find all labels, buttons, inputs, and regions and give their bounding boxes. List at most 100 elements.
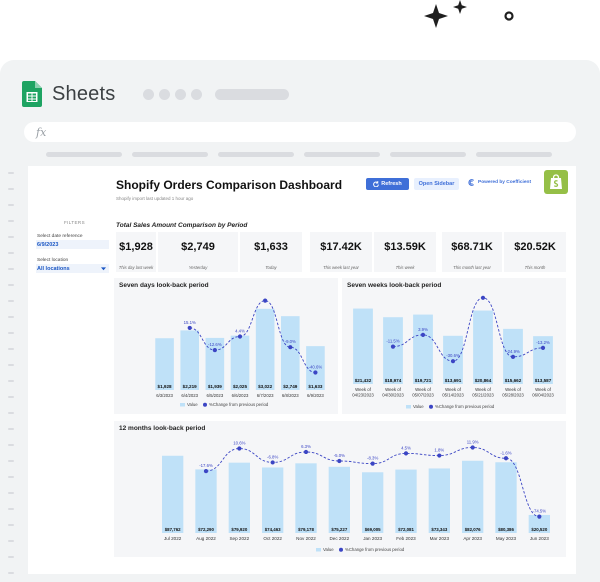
- pct-change-label: 11.9%: [467, 439, 479, 444]
- date-filter-input[interactable]: 6/9/2023: [36, 240, 109, 249]
- menu-dot[interactable]: [175, 88, 187, 100]
- toolbar-placeholder: [304, 152, 380, 157]
- menu-dot[interactable]: [159, 88, 171, 100]
- chevron-down-icon: [101, 266, 106, 270]
- pct-change-point: [480, 295, 486, 300]
- kpi-label: Today: [265, 265, 277, 270]
- x-tick-label: 6/7/2023: [257, 393, 274, 398]
- toolbar-placeholder: [132, 152, 208, 157]
- bar: [328, 466, 350, 533]
- bar: [228, 462, 250, 533]
- filters-heading: FILTERS: [64, 220, 85, 225]
- bar-value-label: $69,005: [365, 527, 381, 532]
- row-number-placeholder: [8, 284, 14, 286]
- x-tick-label: 6/6/2023: [232, 393, 249, 398]
- legend-value-swatch: [180, 403, 185, 407]
- pct-change-label: 1.8%: [434, 448, 444, 453]
- kpi-value: $13.59K: [384, 241, 426, 253]
- row-number-placeholder: [8, 300, 14, 302]
- toolbar-placeholder: [390, 152, 466, 157]
- row-number-placeholder: [8, 252, 14, 254]
- kpi-label: This week last year: [323, 265, 359, 270]
- refresh-button[interactable]: Refresh: [366, 178, 409, 190]
- formula-bar[interactable]: fx: [24, 122, 576, 142]
- menu-placeholder: [143, 88, 290, 100]
- x-tick-label: 6/9/2023: [307, 393, 324, 398]
- pct-change-point: [313, 370, 318, 375]
- row-number-placeholder: [8, 508, 14, 510]
- menu-dot[interactable]: [191, 88, 203, 100]
- pct-change-point: [450, 359, 456, 364]
- row-number-placeholder: [8, 460, 14, 462]
- bar-value-label: $20,864: [475, 378, 492, 383]
- pct-change-label: 15.1%: [184, 320, 196, 325]
- toolbar-placeholder: [218, 152, 294, 157]
- row-number-placeholder: [8, 572, 14, 574]
- chart-panel-seven-weeks: Seven weeks look-back period $21,432 Week…: [342, 278, 566, 414]
- bar-value-label: $87,762: [165, 527, 181, 532]
- legend-value-label: Value: [323, 547, 334, 552]
- bar-value-label: $1,939: [208, 384, 222, 389]
- row-number-placeholder: [8, 556, 14, 558]
- pct-change-label: -17.6%: [199, 463, 213, 468]
- pct-change-point: [437, 453, 442, 458]
- row-number-placeholder: [8, 220, 14, 222]
- bar: [255, 308, 275, 390]
- kpi-value: $17.42K: [320, 241, 362, 253]
- pct-change-label: 6.3%: [301, 444, 311, 449]
- bar: [395, 469, 417, 533]
- pct-change-point: [510, 354, 516, 359]
- bar: [262, 467, 284, 533]
- kpi-label: Yesterday: [188, 265, 208, 270]
- bar: [362, 472, 384, 533]
- bar-value-label: $21,432: [355, 378, 372, 383]
- menu-bar-placeholder[interactable]: [215, 88, 290, 100]
- twelve-months-chart: $87,762 Jul 2022 $72,290 Aug 2022 $79,920 Sep…: [162, 439, 550, 552]
- row-number-placeholder: [8, 396, 14, 398]
- x-tick-label: 6/3/2023: [156, 393, 173, 398]
- kpi-label: This month last year: [453, 265, 491, 270]
- row-number-placeholder: [8, 412, 14, 414]
- bar: [353, 308, 373, 384]
- pct-change-label: -1.6%: [500, 450, 511, 455]
- legend-pct-label: %Change from previous period: [345, 547, 405, 552]
- open-sidebar-button[interactable]: Open Sidebar: [414, 178, 459, 190]
- bar-value-label: $75,227: [331, 527, 347, 532]
- chart-panel-seven-days: Seven days look-back period $1,928 6/3/20…: [114, 278, 338, 414]
- legend-value-label: Value: [413, 404, 424, 409]
- bar-value-label: $79,920: [231, 527, 247, 532]
- kpi-value: $1,633: [254, 241, 288, 253]
- x-tick-label: Jan 2023: [363, 536, 382, 541]
- row-number-placeholder: [8, 348, 14, 350]
- menu-dot[interactable]: [143, 88, 155, 100]
- pct-change-label: -40.6%: [309, 364, 323, 369]
- row-number-placeholder: [8, 364, 14, 366]
- row-number-placeholder: [8, 492, 14, 494]
- legend-value-swatch: [406, 405, 411, 409]
- app-header: Sheets: [22, 78, 290, 110]
- dashboard-title: Shopify Orders Comparison Dashboard: [116, 178, 343, 192]
- row-number-placeholder: [8, 172, 14, 174]
- powered-by-label: Powered by Coefficient: [478, 180, 532, 185]
- bar-value-label: $19,721: [415, 378, 432, 383]
- pct-change-label: -11.5%: [386, 339, 399, 344]
- kpi-value: $2,749: [181, 241, 215, 253]
- x-tick-label: Aug 2022: [196, 536, 216, 541]
- pct-change-point: [263, 298, 268, 303]
- kpi-card: $1,928 This day last week: [116, 232, 156, 272]
- kpi-label: This month: [524, 265, 546, 270]
- google-sheets-logo-icon[interactable]: [22, 81, 42, 107]
- bar-value-label: $72,081: [398, 527, 414, 532]
- x-tick-label: 6/5/2023: [206, 393, 223, 398]
- location-filter-select[interactable]: All locations: [36, 264, 109, 273]
- powered-by-link[interactable]: Powered by Coefficient: [468, 179, 531, 186]
- date-filter-value: 6/9/2023: [37, 241, 59, 248]
- row-number-placeholder: [8, 540, 14, 542]
- legend-value-label: Value: [187, 402, 198, 407]
- kpi-value: $1,928: [119, 241, 153, 253]
- pct-change-point: [370, 461, 375, 466]
- x-tick-label: Oct 2022: [263, 536, 282, 541]
- bar-value-label: $80,386: [498, 527, 514, 532]
- legend-pct-swatch: [203, 402, 207, 407]
- pct-change-point: [303, 449, 309, 455]
